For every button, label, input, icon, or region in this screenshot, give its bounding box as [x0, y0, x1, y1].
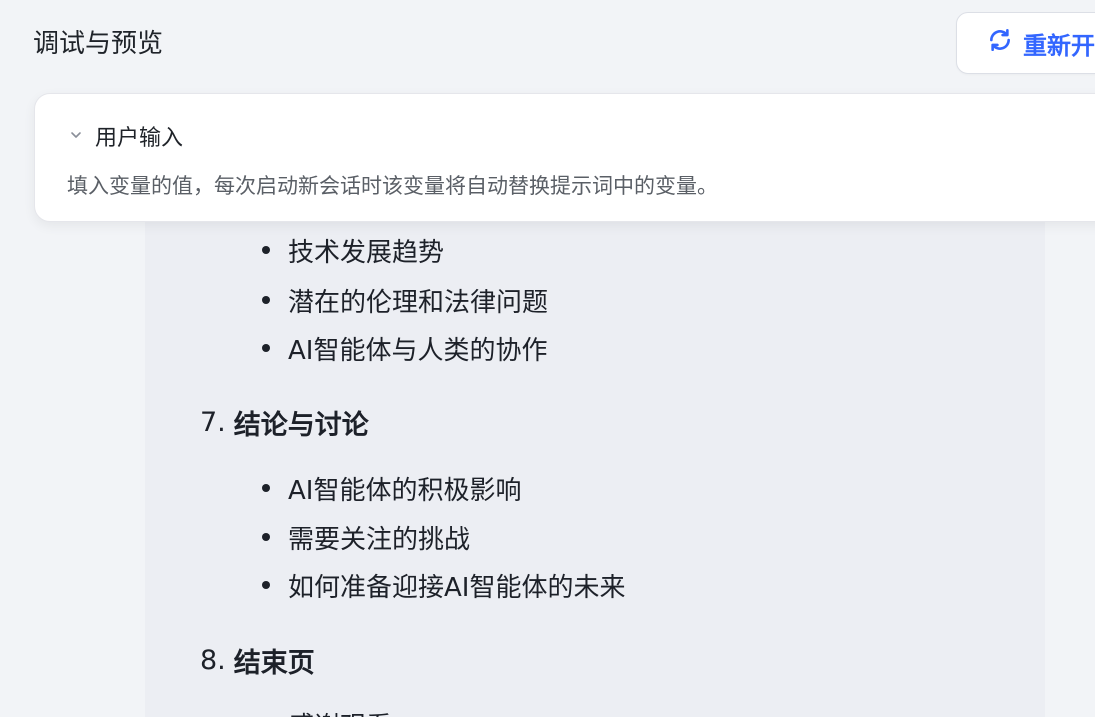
- bullet-dot: [262, 344, 270, 352]
- list-item: 如何准备迎接AI智能体的未来: [262, 567, 625, 603]
- section-number: 8.: [200, 644, 226, 676]
- section-heading: 7. 结论与讨论: [200, 403, 369, 441]
- list-item: 潜在的伦理和法律问题: [262, 282, 548, 318]
- user-input-description: 填入变量的值，每次启动新会话时该变量将自动替换提示词中的变量。: [67, 174, 718, 198]
- section-number: 7.: [200, 406, 226, 438]
- debug-preview-panel: 调试与预览 重新开 技术发展趋势 潜在的伦理和法律问题 AI智能体与人类的协作: [0, 0, 1095, 717]
- section-title: 结论与讨论: [233, 409, 369, 441]
- bullet-dot: [262, 533, 270, 541]
- section-heading: 8. 结束页: [200, 641, 315, 679]
- section-title: 结束页: [233, 647, 315, 679]
- list-item-text-partial: 感谢观看: [288, 706, 392, 717]
- list-item: AI智能体与人类的协作: [262, 330, 547, 366]
- bullet-dot: [262, 581, 270, 589]
- list-item-text: 技术发展趋势: [288, 237, 445, 268]
- list-item-text: 需要关注的挑战: [288, 524, 471, 555]
- bullet-dot: [262, 296, 270, 304]
- list-item-text: AI智能体与人类的协作: [288, 335, 548, 366]
- user-input-title: 用户输入: [95, 126, 184, 151]
- list-item: 技术发展趋势: [262, 232, 444, 268]
- list-item-text: 如何准备迎接AI智能体的未来: [288, 572, 626, 603]
- list-item-text: 潜在的伦理和法律问题: [288, 287, 549, 318]
- user-input-card: 用户输入 填入变量的值，每次启动新会话时该变量将自动替换提示词中的变量。: [34, 93, 1095, 222]
- chevron-down-icon[interactable]: [69, 127, 83, 146]
- user-input-toggle[interactable]: 用户输入: [69, 120, 183, 152]
- list-item: AI智能体的积极影响: [262, 470, 521, 506]
- bullet-dot: [262, 484, 270, 492]
- list-item: 需要关注的挑战: [262, 519, 470, 555]
- bullet-dot: [262, 246, 270, 254]
- list-item-text: AI智能体的积极影响: [288, 475, 522, 506]
